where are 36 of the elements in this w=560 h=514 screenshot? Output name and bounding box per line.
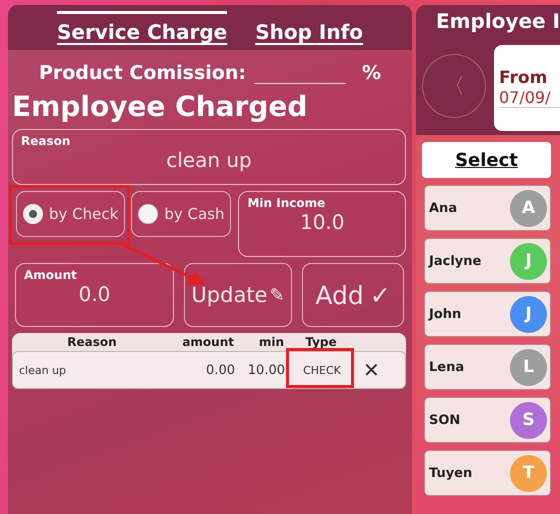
date-field[interactable]: 07/09/ [499,88,560,108]
add-button[interactable]: Add ✓ [302,263,404,327]
avatar: J [510,296,547,332]
column-header: amount [181,335,234,349]
employee-item[interactable]: Lena L [424,344,551,390]
column-header: Reason [66,335,118,349]
min-income-field[interactable]: Min Income 10.0 [238,191,406,257]
employee-item[interactable]: John J [424,291,551,337]
table-cell-text: 10.00 [246,362,285,378]
employee-item[interactable]: Ana A [424,185,551,231]
tab[interactable]: Service Charge [56,11,228,44]
table-cell-text: clean up [18,364,68,376]
tab[interactable]: Shop Info [255,11,364,44]
panel-title: Employee I [435,9,560,33]
avatar: L [510,348,547,386]
avatar: A [510,190,547,226]
from-label: From [499,68,548,88]
avatar: S [510,402,547,438]
avatar: T [510,454,547,492]
employee-item[interactable]: Jaclyne J [424,238,551,284]
column-header: min [258,335,284,349]
percent-label: % [362,62,382,84]
select-button[interactable]: Select [422,142,551,178]
commission-label: Product Comission: [38,62,246,84]
close-button[interactable]: ✕ [359,358,384,382]
amount-field[interactable]: Amount 0.0 [15,263,174,327]
employee-item[interactable]: SON S [424,397,551,443]
radio-option[interactable]: by Cash [131,191,232,237]
table-cell-text: CHECK [302,364,342,376]
radio-option[interactable]: by Check [16,191,126,237]
avatar: J [510,242,547,280]
section-heading: Employee Charged [12,90,308,123]
employee-item[interactable]: Tuyen T [424,450,551,496]
reason-field[interactable]: Reason clean up [12,129,406,185]
table-cell-text: 0.00 [205,362,235,378]
column-header: Type [304,335,338,349]
